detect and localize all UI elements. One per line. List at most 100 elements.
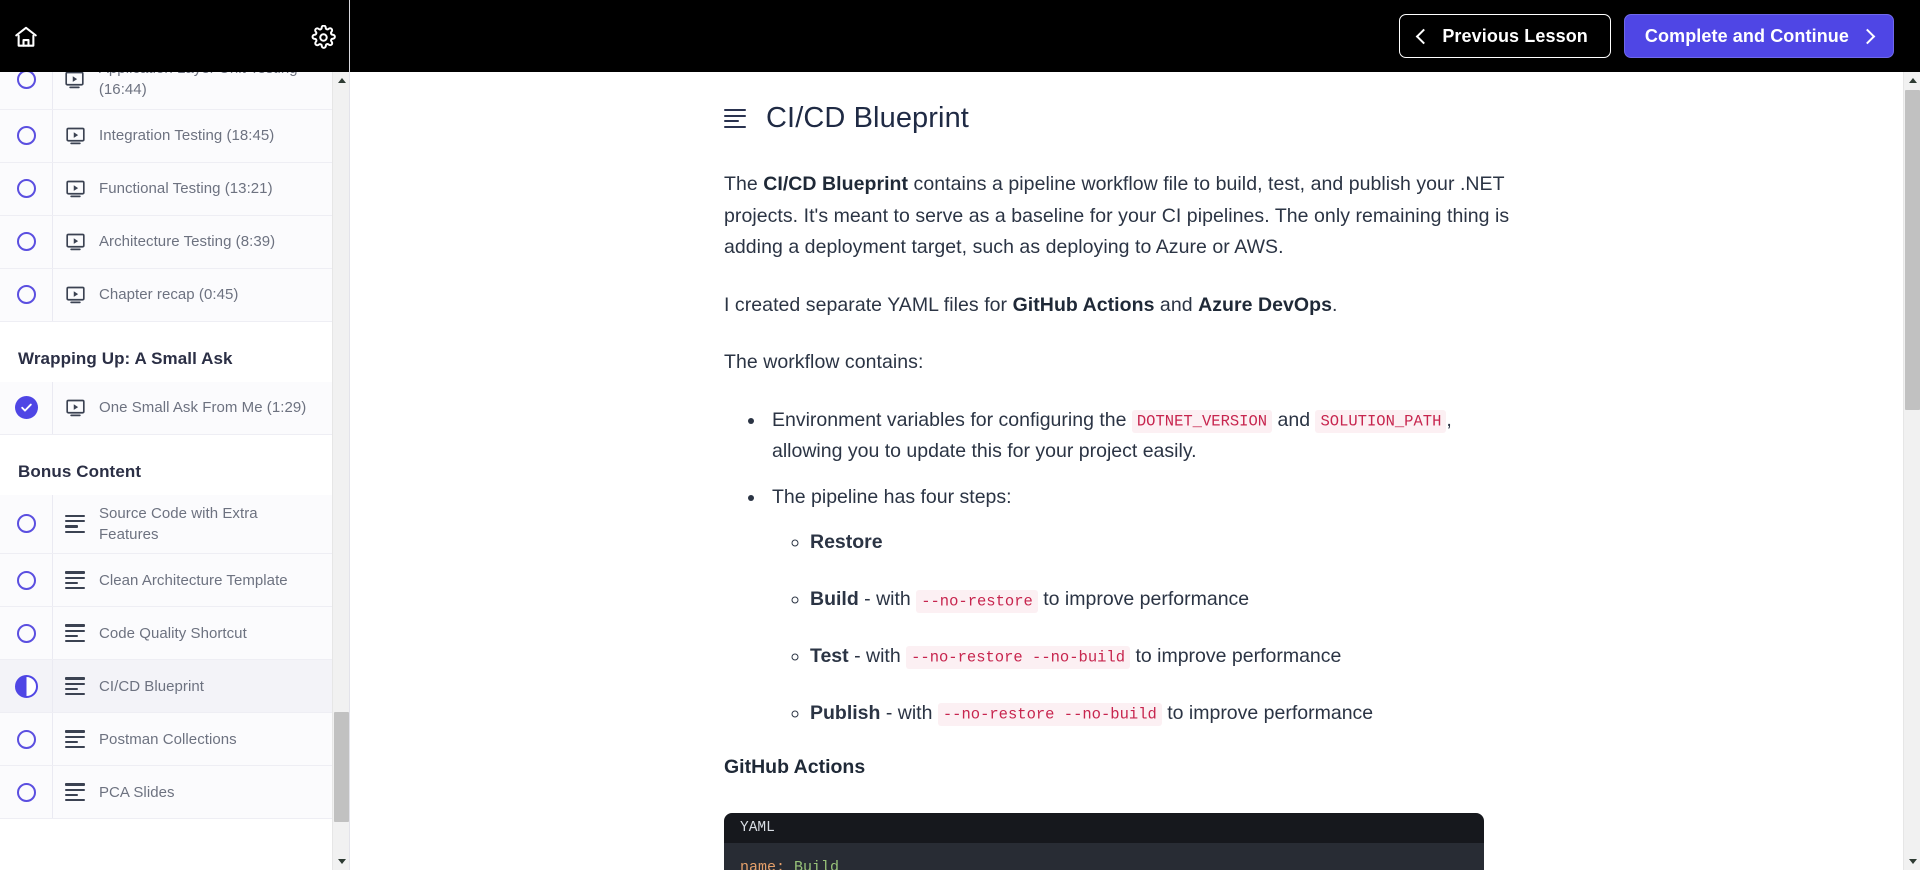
- status-not-started-icon[interactable]: [0, 126, 52, 145]
- previous-lesson-label: Previous Lesson: [1442, 26, 1588, 47]
- status-not-started-icon[interactable]: [0, 783, 52, 802]
- sidebar-scroll-down-button[interactable]: [333, 853, 350, 870]
- previous-lesson-button[interactable]: Previous Lesson: [1399, 14, 1611, 58]
- content-scroll-down-button[interactable]: [1904, 853, 1920, 870]
- status-not-started-icon[interactable]: [0, 179, 52, 198]
- lesson-row[interactable]: Integration Testing (18:45): [0, 110, 332, 163]
- step-code: --no-restore: [916, 590, 1038, 613]
- complete-and-continue-button[interactable]: Complete and Continue: [1624, 14, 1894, 58]
- lesson-title: Chapter recap (0:45): [97, 276, 254, 313]
- code-line1-value: Build: [785, 859, 839, 870]
- sidebar-scroll-up-button[interactable]: [333, 72, 350, 89]
- content-body: CI/CD Blueprint The CI/CD Blueprint cont…: [350, 72, 1903, 870]
- lesson-title: Integration Testing (18:45): [97, 117, 290, 154]
- status-not-started-icon[interactable]: [0, 285, 52, 304]
- lesson-row[interactable]: Source Code with Extra Features: [0, 495, 332, 555]
- triangle-down-icon: [338, 859, 346, 864]
- content-column: CI/CD Blueprint The CI/CD Blueprint cont…: [724, 102, 1514, 870]
- document-icon: [53, 571, 97, 589]
- triangle-up-icon: [338, 78, 346, 83]
- sidebar-scrollport: Application Layer Unit Testing (16:44) In…: [0, 72, 332, 870]
- status-not-started-icon[interactable]: [0, 514, 52, 533]
- status-not-started-icon[interactable]: [0, 624, 52, 643]
- lesson-title: Functional Testing (13:21): [97, 170, 289, 207]
- document-icon: [53, 677, 97, 695]
- status-not-started-icon[interactable]: [0, 730, 52, 749]
- chevron-right-icon: [1860, 28, 1876, 44]
- status-not-started-icon[interactable]: [0, 232, 52, 251]
- video-icon: [53, 284, 97, 305]
- status-completed-icon[interactable]: [0, 396, 52, 419]
- lesson-page: Previous Lesson Complete and Continue Ap…: [0, 0, 1920, 870]
- bullet-pipeline-label: The pipeline has four steps:: [772, 486, 1012, 508]
- section-header: Bonus Content: [0, 435, 332, 495]
- intro-bold: CI/CD Blueprint: [763, 173, 908, 195]
- workflow-bullet-list: Environment variables for configuring th…: [752, 405, 1514, 729]
- code-content[interactable]: name: Build on: workflow_dispatch: push:: [724, 843, 1484, 870]
- lesson-row[interactable]: Clean Architecture Template: [0, 554, 332, 607]
- yaml-text-a: I created separate YAML files for: [724, 294, 1013, 316]
- step-tail: to improve performance: [1162, 702, 1373, 724]
- video-icon: [53, 231, 97, 252]
- step-name: Test: [810, 645, 849, 667]
- yaml-files-paragraph: I created separate YAML files for GitHub…: [724, 290, 1514, 322]
- lesson-row[interactable]: One Small Ask From Me (1:29): [0, 382, 332, 435]
- step-mid: - with: [859, 588, 916, 610]
- lesson-title: One Small Ask From Me (1:29): [97, 389, 322, 426]
- sidebar-scrollbar[interactable]: [332, 72, 349, 870]
- step-tail: to improve performance: [1038, 588, 1249, 610]
- bullet-env-variables: Environment variables for configuring th…: [766, 405, 1514, 467]
- code-block: YAML name: Build on: workflow_dispatch: …: [724, 813, 1484, 870]
- video-icon: [53, 397, 97, 418]
- lesson-title: PCA Slides: [97, 774, 191, 811]
- top-bar-actions: Previous Lesson Complete and Continue: [1399, 14, 1920, 58]
- pipeline-steps-list: RestoreBuild - with --no-restore to impr…: [794, 527, 1514, 728]
- lesson-row[interactable]: Code Quality Shortcut: [0, 607, 332, 660]
- intro-text-a: The: [724, 173, 763, 195]
- code-line1-key: name:: [740, 859, 785, 870]
- page-title-text: CI/CD Blueprint: [766, 102, 969, 135]
- lesson-row[interactable]: Architecture Testing (8:39): [0, 216, 332, 269]
- lesson-title: Architecture Testing (8:39): [97, 223, 291, 260]
- lesson-row[interactable]: Functional Testing (13:21): [0, 163, 332, 216]
- lesson-row[interactable]: PCA Slides: [0, 766, 332, 819]
- yaml-text-c: and: [1154, 294, 1198, 316]
- lesson-row[interactable]: CI/CD Blueprint: [0, 660, 332, 713]
- home-icon[interactable]: [9, 20, 43, 54]
- video-icon: [53, 72, 97, 90]
- triangle-down-icon: [1909, 859, 1917, 864]
- status-in-progress-icon[interactable]: [0, 675, 52, 698]
- step-name: Build: [810, 588, 859, 610]
- content-scrollbar[interactable]: [1903, 72, 1920, 870]
- lesson-title: Postman Collections: [97, 721, 253, 758]
- workflow-contains-label: The workflow contains:: [724, 347, 1514, 379]
- lesson-title: Application Layer Unit Testing (16:44): [97, 72, 332, 109]
- lesson-content: CI/CD Blueprint The CI/CD Blueprint cont…: [350, 72, 1920, 870]
- yaml-text-d: .: [1332, 294, 1337, 316]
- lesson-row[interactable]: Postman Collections: [0, 713, 332, 766]
- section-header: Wrapping Up: A Small Ask: [0, 322, 332, 382]
- document-icon: [724, 109, 746, 128]
- step-name: Publish: [810, 702, 880, 724]
- lesson-title: Code Quality Shortcut: [97, 615, 263, 652]
- content-scrollport: CI/CD Blueprint The CI/CD Blueprint cont…: [350, 72, 1903, 870]
- status-not-started-icon[interactable]: [0, 72, 52, 89]
- github-actions-heading: GitHub Actions: [724, 756, 1514, 779]
- body: Application Layer Unit Testing (16:44) In…: [0, 72, 1920, 870]
- github-actions-bold: GitHub Actions: [1013, 294, 1155, 316]
- lesson-row[interactable]: Application Layer Unit Testing (16:44): [0, 72, 332, 110]
- content-scrollbar-thumb[interactable]: [1905, 90, 1920, 410]
- step-code: --no-restore --no-build: [938, 703, 1162, 726]
- video-icon: [53, 178, 97, 199]
- content-scroll-up-button[interactable]: [1904, 72, 1920, 89]
- complete-and-continue-label: Complete and Continue: [1645, 26, 1849, 47]
- top-bar-left: [0, 0, 350, 72]
- sidebar-scrollbar-thumb[interactable]: [334, 712, 349, 822]
- lesson-row[interactable]: Chapter recap (0:45): [0, 269, 332, 322]
- document-icon: [53, 624, 97, 642]
- lesson-title: CI/CD Blueprint: [97, 668, 220, 705]
- status-not-started-icon[interactable]: [0, 571, 52, 590]
- document-icon: [53, 783, 97, 801]
- chevron-left-icon: [1416, 28, 1432, 44]
- gear-icon[interactable]: [306, 20, 340, 54]
